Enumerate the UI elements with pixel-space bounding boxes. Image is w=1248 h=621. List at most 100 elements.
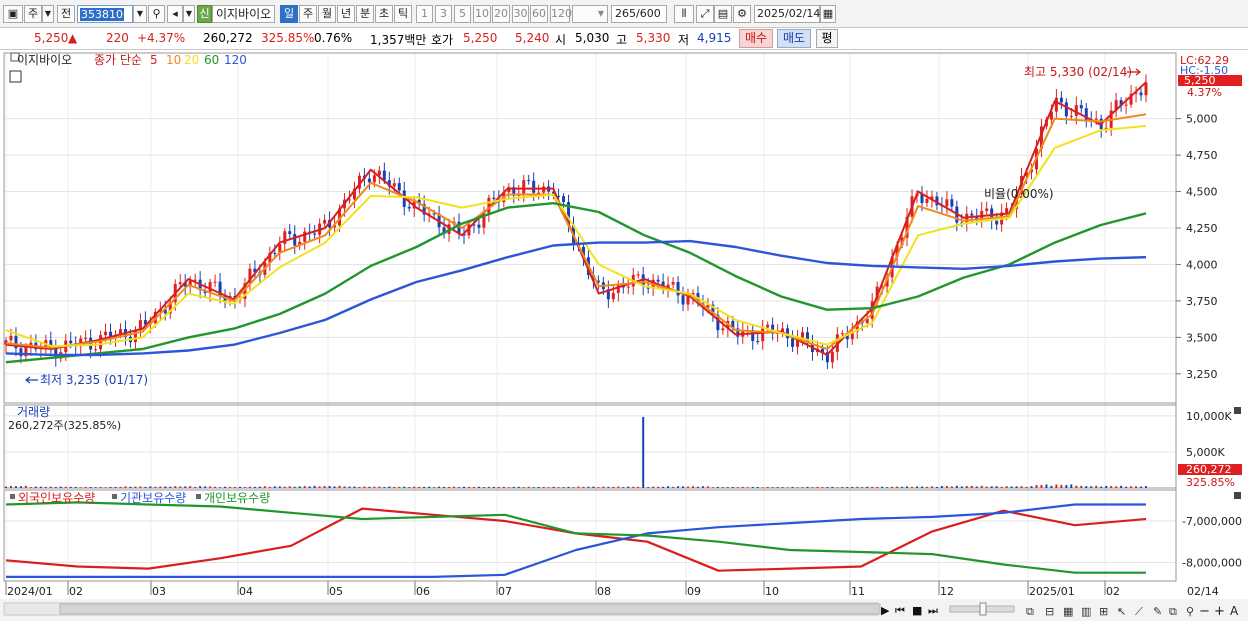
volume-bar xyxy=(368,486,371,488)
volume-bar xyxy=(637,486,640,488)
ma-line-20 xyxy=(5,124,1147,348)
price-tick-label: 4,500 xyxy=(1186,186,1218,199)
speaker-icon[interactable]: ◂ xyxy=(167,5,183,23)
candle-body xyxy=(94,349,98,351)
volume-bar xyxy=(672,486,675,488)
period-tab-4[interactable]: 분 xyxy=(356,5,374,23)
open-label: 시 xyxy=(555,33,567,47)
volume-bar xyxy=(542,486,545,488)
volume-bar xyxy=(970,485,973,488)
stock-code-input[interactable]: 353810 xyxy=(77,5,133,23)
window-menu-icon[interactable]: ▣ xyxy=(3,5,23,23)
volume-bar xyxy=(9,485,12,488)
stock-code-value: 353810 xyxy=(80,8,124,21)
candle-body xyxy=(377,170,381,176)
volume-bar xyxy=(925,486,928,488)
price-tick-label: 3,250 xyxy=(1186,368,1218,381)
type-dropdown-icon[interactable]: ▼ xyxy=(42,5,54,23)
calendar-icon[interactable]: ▦ xyxy=(820,5,836,23)
volume-bar xyxy=(721,487,724,488)
volume-bar xyxy=(911,486,914,488)
volume-bar xyxy=(1130,486,1133,488)
volume-bar xyxy=(547,487,550,488)
volume-bar xyxy=(886,487,889,488)
stock-chart[interactable]: 3,250 3,500 3,750 4,000 4,250 4,500 4,750 5,000… xyxy=(0,50,1248,621)
volume-bar xyxy=(1045,484,1048,488)
volume-bar xyxy=(328,485,331,488)
minute-custom-select[interactable]: ▼ xyxy=(572,5,608,23)
candle-body xyxy=(1069,115,1073,117)
save-icon[interactable]: ▤ xyxy=(714,5,732,23)
minute-tab-20[interactable]: 20 xyxy=(492,5,510,23)
code-dropdown-icon[interactable]: ▼ xyxy=(133,5,147,23)
minute-tab-5[interactable]: 5 xyxy=(454,5,471,23)
period-tab-5[interactable]: 초 xyxy=(375,5,393,23)
minute-tab-60[interactable]: 60 xyxy=(530,5,548,23)
volume-tick-label: 10,000K xyxy=(1186,410,1232,423)
candle-body xyxy=(686,296,690,305)
volume-bar xyxy=(517,486,520,488)
search-icon[interactable]: ⚲ xyxy=(148,5,165,23)
candle-body xyxy=(925,198,929,203)
candle-body xyxy=(791,338,795,347)
volume-bar xyxy=(383,487,386,488)
volume-bar xyxy=(154,486,157,488)
chart-type-icon[interactable]: ⫴ xyxy=(674,5,694,23)
volume-bar xyxy=(418,486,421,488)
candle-body xyxy=(323,220,327,224)
last-volume-label: 260,272 xyxy=(1186,463,1232,476)
volume-bar xyxy=(1110,486,1113,488)
period-tab-0[interactable]: 일 xyxy=(280,5,298,23)
stock-name-field[interactable]: 이지바이오 xyxy=(212,5,276,23)
period-tab-6[interactable]: 틱 xyxy=(394,5,412,23)
volume-bar xyxy=(662,486,665,488)
prev-button[interactable]: 전 xyxy=(57,5,75,23)
volume-bar xyxy=(1105,485,1108,488)
drawing-tool-icon[interactable]: ⤢ xyxy=(696,5,714,23)
gear-icon[interactable]: ⚙ xyxy=(733,5,751,23)
minute-tab-120[interactable]: 120 xyxy=(550,5,572,23)
volume-bar xyxy=(298,486,301,488)
last-volume-pct: 325.85% xyxy=(1186,476,1235,489)
volume-bar xyxy=(303,486,306,488)
type-select[interactable]: 주 xyxy=(24,5,42,23)
count-field[interactable]: 265/600 xyxy=(611,5,667,23)
candle-body xyxy=(562,196,566,203)
volume-bar xyxy=(1075,485,1078,488)
volume-bar xyxy=(916,486,919,488)
period-tab-2[interactable]: 월 xyxy=(318,5,336,23)
sell-button[interactable]: 매도 xyxy=(777,29,811,48)
volume-bar xyxy=(1035,485,1038,488)
eval-button[interactable]: 평 xyxy=(816,29,838,48)
volume-bar xyxy=(796,487,799,488)
buy-button[interactable]: 매수 xyxy=(739,29,773,48)
candle-body xyxy=(1079,105,1083,109)
candle-body xyxy=(392,183,396,187)
period-tab-1[interactable]: 주 xyxy=(299,5,317,23)
volume-bar xyxy=(482,487,485,488)
volume-bar xyxy=(443,486,446,488)
ask-price-2: 5,240 xyxy=(515,31,550,45)
volume-bar xyxy=(826,487,829,488)
minute-tab-10[interactable]: 10 xyxy=(473,5,491,23)
minute-tab-30[interactable]: 30 xyxy=(512,5,529,23)
candle-body xyxy=(9,335,13,341)
date-field[interactable]: 2025/02/14 xyxy=(754,5,820,23)
period-tab-3[interactable]: 년 xyxy=(337,5,355,23)
x-tick-label: 12 xyxy=(940,585,954,598)
volume-bar xyxy=(861,487,864,488)
candle-body xyxy=(273,252,277,254)
price-change: 220 xyxy=(106,31,129,45)
speaker-dropdown-icon[interactable]: ▼ xyxy=(183,5,195,23)
volume-bar xyxy=(980,485,983,488)
volume-bar xyxy=(448,486,451,488)
volume-bar xyxy=(39,486,42,488)
volume-bar xyxy=(348,486,351,488)
minute-tab-1[interactable]: 1 xyxy=(416,5,433,23)
minute-tab-3[interactable]: 3 xyxy=(435,5,452,23)
up-arrow-icon: ▲ xyxy=(68,31,78,45)
volume-bar xyxy=(811,487,814,488)
moving-average-lines xyxy=(5,81,1147,364)
legend-stock-name: 이지바이오 xyxy=(17,53,72,67)
volume-bar xyxy=(806,486,809,488)
